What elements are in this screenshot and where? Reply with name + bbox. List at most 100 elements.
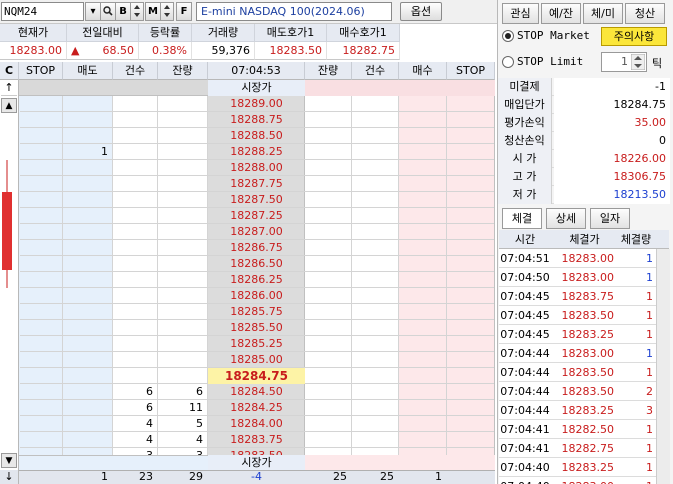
- m-button[interactable]: M: [145, 2, 161, 21]
- ask-qty: 5: [196, 417, 203, 430]
- header-buy: 매수: [399, 62, 447, 80]
- ohlc-row: 저 가 18213.50: [498, 186, 670, 204]
- stop-buy-column[interactable]: [447, 80, 495, 470]
- trade-header: 시간 체결가 체결량: [499, 230, 669, 249]
- trade-row: 07:04:44 18283.25 3: [499, 401, 669, 420]
- header-buy-count: 건수: [352, 62, 399, 80]
- trade-time: 07:04:44: [500, 385, 550, 398]
- b-button[interactable]: B: [115, 2, 131, 21]
- ask-qty: 4: [196, 433, 203, 446]
- up-arrow-icon: ▲: [71, 44, 80, 57]
- price-level[interactable]: 18287.50: [208, 192, 305, 208]
- price-level[interactable]: 18285.25: [208, 336, 305, 352]
- stop-sell-column[interactable]: [19, 80, 63, 470]
- buy-order-column[interactable]: [399, 80, 447, 470]
- notice-button[interactable]: 주의사항: [601, 27, 667, 46]
- footer-sell: 1: [101, 470, 108, 483]
- price-level[interactable]: 18284.00: [208, 416, 305, 432]
- info-label: 평가손익: [498, 114, 552, 132]
- ohlc-label: 저 가: [498, 186, 552, 204]
- scroll-down-icon[interactable]: ▼: [1, 453, 17, 468]
- trade-time: 07:04:44: [500, 347, 550, 360]
- price-level[interactable]: 18288.00: [208, 160, 305, 176]
- header-ask1: 매도호가1: [255, 24, 327, 42]
- symbol-input[interactable]: NQM24: [1, 2, 84, 21]
- trade-time: 07:04:44: [500, 404, 550, 417]
- ohlc-label: 고 가: [498, 168, 552, 186]
- trade-price: 18283.50: [561, 366, 615, 379]
- trade-tab-daily[interactable]: 일자: [590, 208, 630, 229]
- info-row: 평가손익 35.00: [498, 114, 670, 132]
- change-rate: 0.38%: [139, 42, 192, 60]
- tab-fills[interactable]: 체/미: [583, 3, 623, 24]
- scroll-bottom-icon[interactable]: ↓: [0, 470, 19, 484]
- trade-row: 07:04:44 18283.50 2: [499, 382, 669, 401]
- price-level[interactable]: 18286.25: [208, 272, 305, 288]
- ohlc-label: 시 가: [498, 150, 552, 168]
- trade-time: 07:04:45: [500, 290, 550, 303]
- footer-sell-qty: 29: [189, 470, 203, 483]
- trade-header-qty: 체결량: [620, 233, 652, 246]
- header-sell-count: 건수: [113, 62, 158, 80]
- tab-liquidate[interactable]: 청산: [625, 3, 665, 24]
- trade-qty: 1: [617, 477, 653, 484]
- market-order-buy-top[interactable]: [305, 80, 495, 96]
- sell-order-marker[interactable]: 1: [63, 144, 113, 160]
- search-icon[interactable]: [100, 2, 116, 21]
- price-level[interactable]: 18288.50: [208, 128, 305, 144]
- ask1-price: 18283.50: [255, 42, 327, 60]
- chart-toggle-header[interactable]: C: [0, 62, 19, 80]
- tab-watchlist[interactable]: 관심: [502, 3, 539, 24]
- spinner-icon[interactable]: [631, 54, 645, 70]
- price-level[interactable]: 18287.75: [208, 176, 305, 192]
- trade-price: 18283.75: [561, 290, 615, 303]
- trade-row: 07:04:41 18282.75 1: [499, 439, 669, 458]
- spin-up-down-icon[interactable]: [130, 2, 144, 21]
- trade-time: 07:04:40: [499, 477, 551, 484]
- price-level[interactable]: 18286.75: [208, 240, 305, 256]
- price-level[interactable]: 18285.00: [208, 352, 305, 368]
- header-volume: 거래량: [192, 24, 255, 42]
- price-level[interactable]: 18286.50: [208, 256, 305, 272]
- trade-tab-fills[interactable]: 체결: [502, 208, 542, 229]
- trade-list-scrollbar[interactable]: [656, 249, 670, 484]
- price-level[interactable]: 18284.75: [208, 368, 305, 384]
- price-level[interactable]: 18285.75: [208, 304, 305, 320]
- header-sell-qty: 잔량: [158, 62, 208, 80]
- stop-limit-ticks-input[interactable]: 1: [601, 52, 647, 72]
- trade-price: 18283.25: [561, 461, 615, 474]
- scroll-up-icon[interactable]: ▲: [1, 98, 17, 113]
- price-level[interactable]: 18284.50: [208, 384, 305, 400]
- tab-deposit[interactable]: 예/잔: [541, 3, 581, 24]
- header-current-price: 현재가: [0, 24, 67, 42]
- trade-qty: 1: [646, 328, 653, 341]
- price-level[interactable]: 18288.25: [208, 144, 305, 160]
- buy-qty-column: [305, 80, 352, 470]
- price-level[interactable]: 18283.75: [208, 432, 305, 448]
- price-level[interactable]: 18289.00: [208, 96, 305, 112]
- trade-time: 07:04:41: [500, 423, 550, 436]
- stop-limit-radio[interactable]: [502, 56, 514, 68]
- symbol-dropdown-button[interactable]: ▾: [85, 2, 101, 21]
- market-order-buy-bottom[interactable]: [305, 455, 495, 470]
- header-stop-sell: STOP: [19, 62, 63, 80]
- price-level[interactable]: 18286.00: [208, 288, 305, 304]
- volume: 59,376: [192, 42, 255, 60]
- trade-qty: 3: [646, 404, 653, 417]
- price-level[interactable]: 18285.50: [208, 320, 305, 336]
- options-button[interactable]: 옵션: [400, 2, 442, 21]
- stop-market-radio[interactable]: [502, 30, 514, 42]
- trade-row: 07:04:41 18282.50 1: [499, 420, 669, 439]
- price-level[interactable]: 18288.75: [208, 112, 305, 128]
- ask-count: 4: [146, 433, 153, 446]
- info-row: 청산손익 0: [498, 132, 670, 150]
- scroll-top-icon[interactable]: ↑: [1, 80, 17, 96]
- price-level[interactable]: 18284.25: [208, 400, 305, 416]
- f-button[interactable]: F: [176, 2, 192, 21]
- price-level[interactable]: 18287.00: [208, 224, 305, 240]
- info-value: 35.00: [554, 114, 670, 132]
- sell-order-column[interactable]: [63, 80, 113, 470]
- trade-tab-detail[interactable]: 상세: [546, 208, 586, 229]
- price-level[interactable]: 18287.25: [208, 208, 305, 224]
- spin-up-down-icon-2[interactable]: [160, 2, 174, 21]
